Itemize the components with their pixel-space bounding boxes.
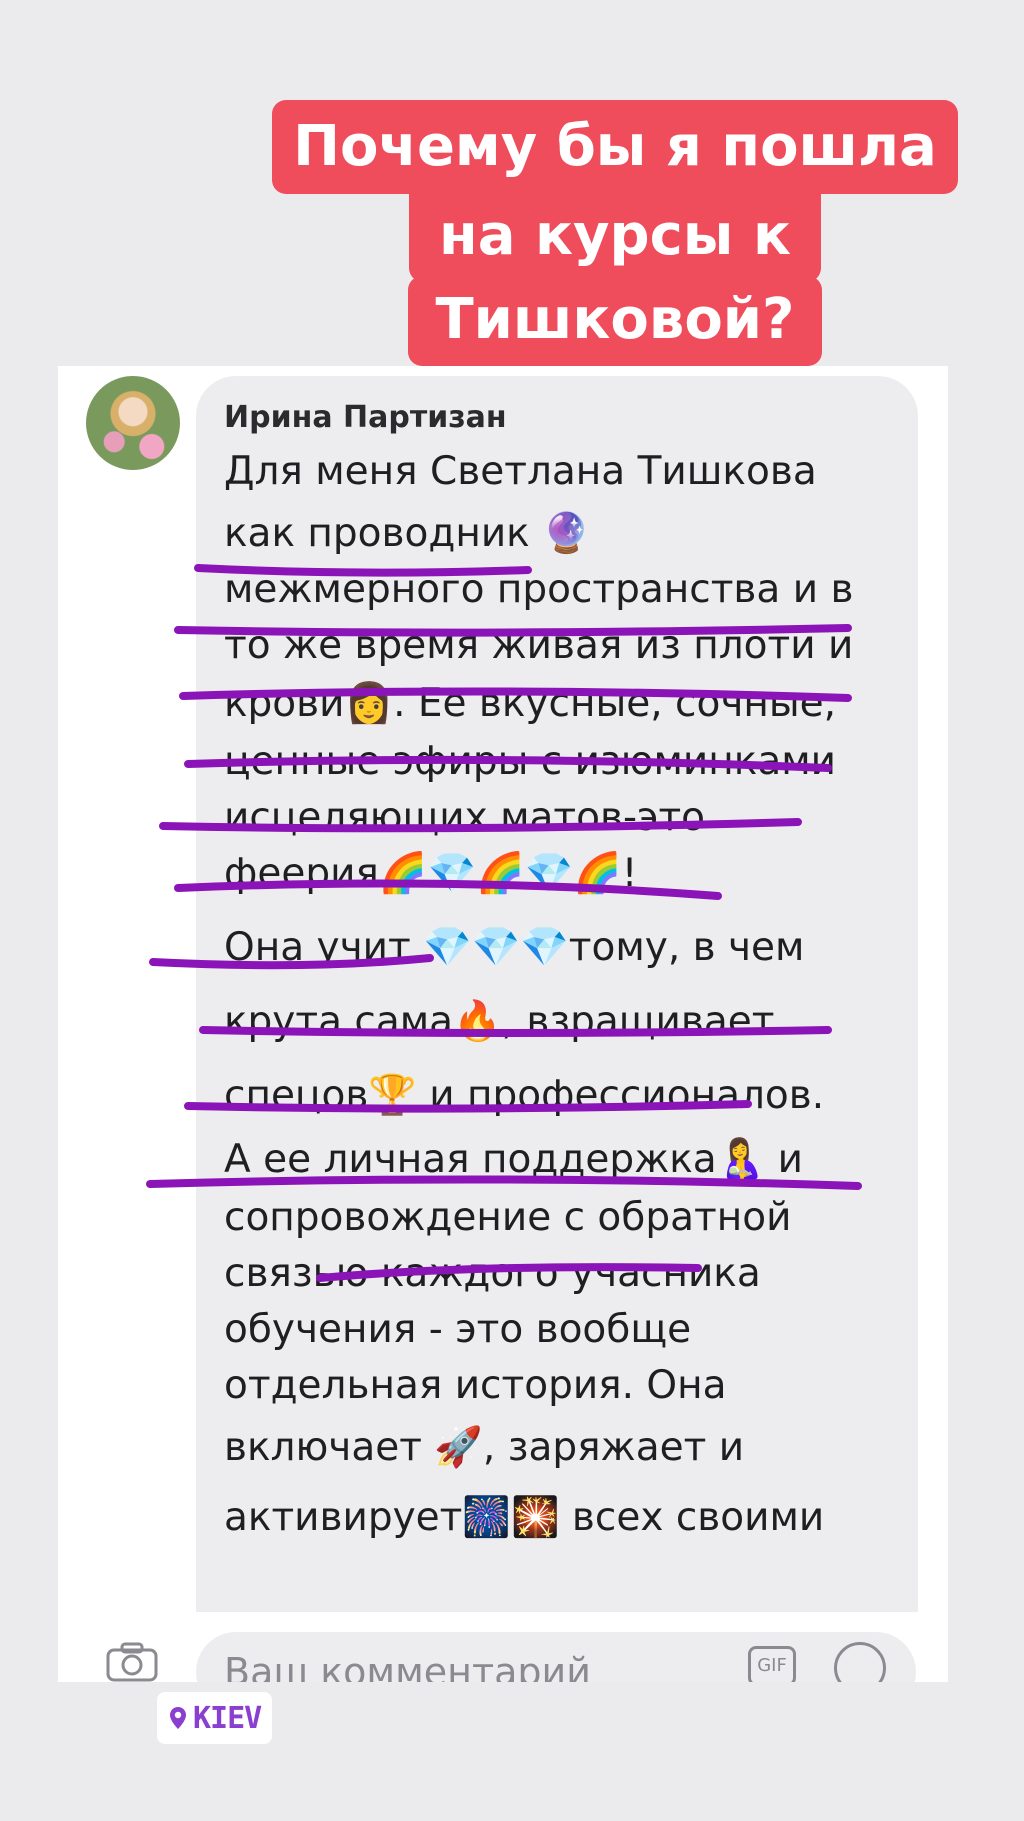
- underline-stroke: [174, 624, 852, 637]
- title-banner: Почему бы я пошла на курсы к Тишковой?: [0, 0, 1024, 370]
- underline-stroke: [199, 1026, 832, 1037]
- underline-stroke: [149, 954, 434, 970]
- location-label: KIEV: [193, 1700, 262, 1736]
- marker-underlines: [146, 564, 862, 1282]
- comment-input-placeholder: Ваш комментарий: [224, 1650, 591, 1682]
- location-pin-icon: [170, 1707, 186, 1729]
- underline-stroke: [316, 1263, 702, 1282]
- gif-button[interactable]: GIF: [748, 1646, 796, 1682]
- comment-input-bar: Ваш комментарий GIF: [58, 1612, 948, 1682]
- underline-stroke: [174, 879, 722, 900]
- underline-stroke: [159, 818, 802, 833]
- underline-stroke: [194, 564, 532, 577]
- title-line-1: Почему бы я пошла: [272, 100, 958, 194]
- underline-stroke: [179, 687, 852, 702]
- underline-stroke: [184, 1100, 752, 1113]
- camera-icon[interactable]: [106, 1642, 158, 1682]
- title-line-3: Тишковой?: [408, 276, 822, 366]
- location-sticker: KIEV: [157, 1692, 272, 1744]
- comments-panel: Ирина Партизан Для меня Светлана Тишкова…: [58, 366, 948, 1682]
- underline-stroke: [184, 755, 832, 772]
- underline-stroke: [146, 1175, 862, 1190]
- title-line-2: на курсы к: [409, 190, 821, 282]
